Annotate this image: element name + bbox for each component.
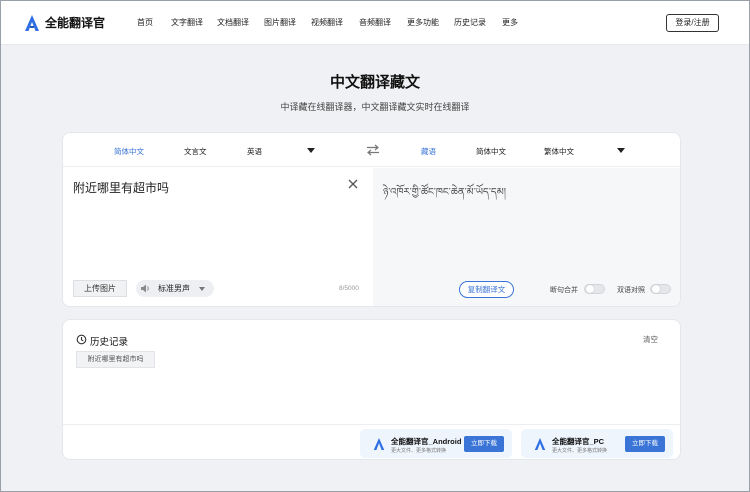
copy-translation-button[interactable]: 复制翻译文 [459,281,514,298]
download-android-button[interactable]: 立即下载 [464,436,504,452]
app-download-bar: 全能翻译官_Android 更大文件、更多格式转换 立即下载 全能翻译官_PC … [63,424,680,459]
brand-logo[interactable]: 全能翻译官 [25,14,105,31]
nav-item-text-translate[interactable]: 文字翻译 [171,17,203,28]
nav-item-audio-translate[interactable]: 音频翻译 [359,17,391,28]
app-card-pc: 全能翻译官_PC 更大文件、更多格式转换 立即下载 [521,429,673,458]
voice-select[interactable]: 标准男声 [136,280,214,297]
app-desc: 更大文件、更多格式转换 [391,448,447,454]
history-title: 历史记录 [90,337,129,348]
app-name: 全能翻译官_PC [552,437,605,446]
target-text-output: ཉེ་འཁོར་གྱི་ཚོང་ཁང་ཆེན་མོ་ཡོད་དམ། [383,187,506,198]
history-item[interactable]: 附近哪里有超市吗 [76,351,155,368]
nav-item-more-features[interactable]: 更多功能 [407,17,439,28]
app-desc: 更大文件、更多格式转换 [552,448,608,454]
source-lang-simplified-chinese[interactable]: 简体中文 [114,146,144,157]
target-lang-traditional-chinese[interactable]: 繁体中文 [544,146,574,157]
nav-item-history[interactable]: 历史记录 [454,17,486,28]
target-pane: ཉེ་འཁོར་གྱི་ཚོང་ཁང་ཆེན་མོ་ཡོད་དམ། 复制翻译文 … [373,168,680,306]
bilingual-toggle[interactable] [650,284,671,294]
brand-logo-icon [25,14,39,31]
clear-history-button[interactable]: 清空 [643,334,658,345]
top-navbar: 全能翻译官 首页 文字翻译 文档翻译 图片翻译 视频翻译 音频翻译 更多功能 历… [1,1,749,45]
voice-label: 标准男声 [158,284,190,293]
language-bar: 简体中文 文言文 英语 藏语 简体中文 繁体中文 [63,133,680,167]
source-lang-dropdown-icon[interactable] [307,148,315,153]
source-text-input[interactable]: 附近哪里有超市吗 [73,179,169,196]
translator-panel: 简体中文 文言文 英语 藏语 简体中文 繁体中文 附近哪里有超市吗 上传图片 标… [62,132,681,307]
char-counter: 8/5000 [339,285,359,292]
upload-image-button[interactable]: 上传图片 [73,280,127,297]
target-lang-simplified-chinese[interactable]: 简体中文 [476,146,506,157]
app-card-android: 全能翻译官_Android 更大文件、更多格式转换 立即下载 [360,429,512,458]
source-lang-classical-chinese[interactable]: 文言文 [184,146,207,157]
app-logo-icon [373,438,385,450]
nav-item-image-translate[interactable]: 图片翻译 [264,17,296,28]
history-icon [76,334,87,345]
login-button[interactable]: 登录/注册 [666,14,719,32]
download-pc-button[interactable]: 立即下载 [625,436,665,452]
brand-name: 全能翻译官 [45,16,106,30]
target-lang-tibetan[interactable]: 藏语 [421,146,436,157]
swap-languages-icon[interactable] [366,144,380,156]
merge-sentences-toggle[interactable] [584,284,605,294]
source-pane: 附近哪里有超市吗 上传图片 标准男声 8/5000 [63,168,373,306]
bilingual-label: 双语对照 [617,287,645,294]
speaker-icon [141,284,149,293]
app-logo-icon [534,438,546,450]
page-subtitle: 中译藏在线翻译器，中文翻译藏文实时在线翻译 [280,102,470,112]
nav-item-doc-translate[interactable]: 文档翻译 [217,17,249,28]
clear-icon[interactable] [348,179,358,189]
page-title: 中文翻译藏文 [329,74,420,91]
app-name: 全能翻译官_Android [391,437,462,446]
target-lang-dropdown-icon[interactable] [617,148,625,153]
nav-item-more[interactable]: 更多 [502,17,518,28]
nav-item-video-translate[interactable]: 视频翻译 [311,17,343,28]
chevron-down-icon [199,287,205,291]
merge-sentences-label: 断句合并 [550,287,578,294]
nav-item-home[interactable]: 首页 [137,17,153,28]
source-lang-english[interactable]: 英语 [247,146,262,157]
history-panel: 历史记录 清空 附近哪里有超市吗 全能翻译官_Android 更大文件、更多格式… [62,319,681,460]
